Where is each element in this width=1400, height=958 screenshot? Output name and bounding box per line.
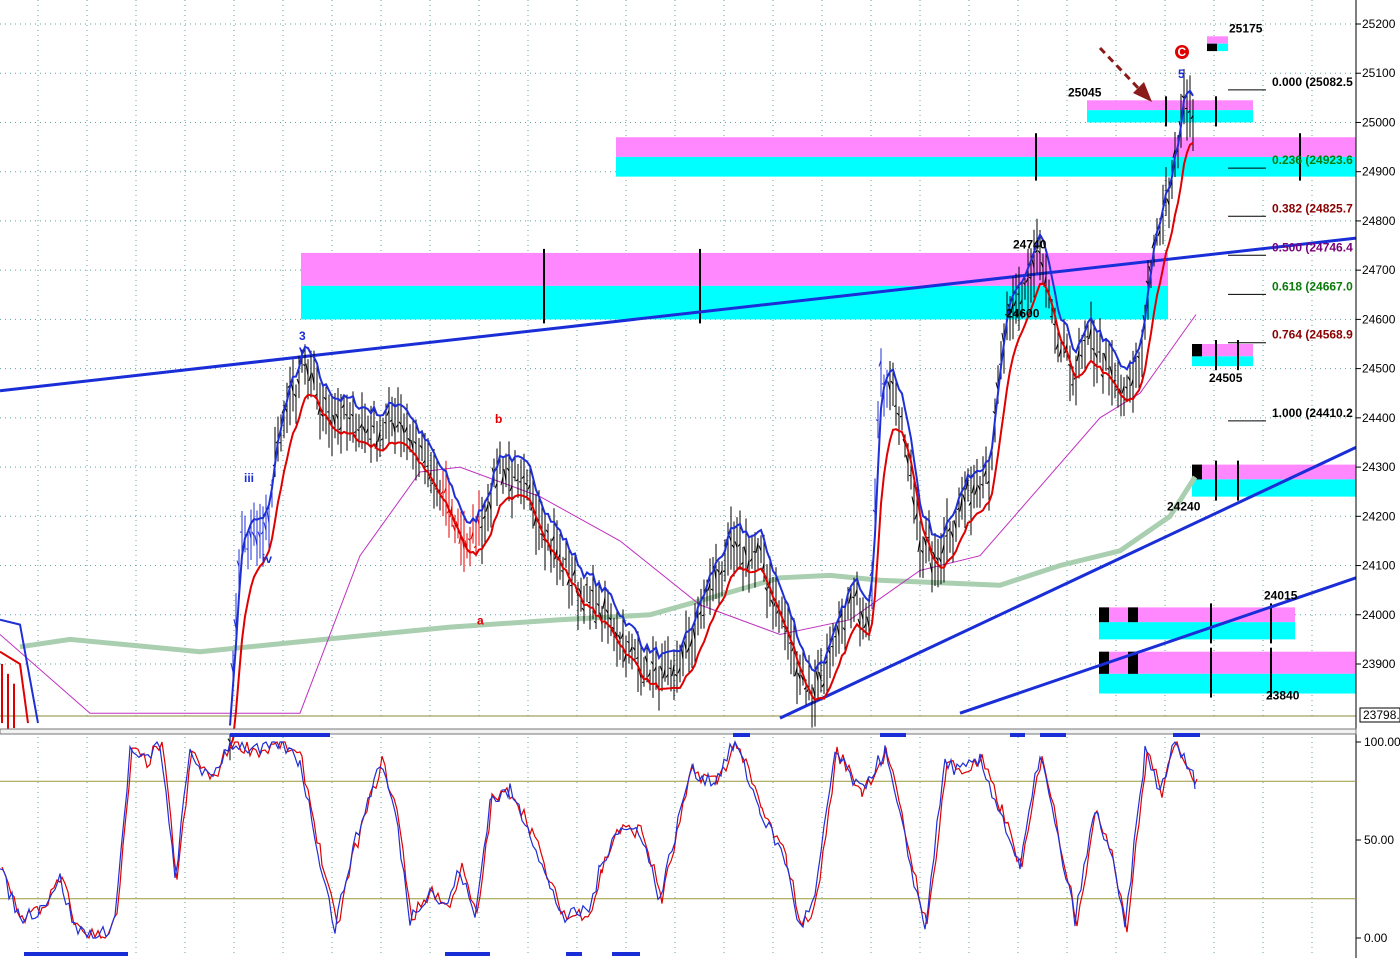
oscillator-signal-line [1,740,1198,940]
fib-level-label: 0.618 (24667.0 [1272,279,1353,293]
fib-level-label: 0.764 (24568.9 [1272,328,1353,342]
price-level-label: 23840 [1266,689,1300,703]
zone-anchor-block [1192,344,1202,357]
signal-marker [445,952,490,956]
price-tick-label: 25000 [1362,115,1396,129]
fib-level-label: 0.382 (24825.7 [1272,201,1353,215]
oscillator-main-line [0,740,1196,940]
signal-marker [230,733,330,737]
price-level-label: 25045 [1068,85,1102,99]
wave-label: b [495,412,502,426]
fast-band-line [0,618,39,724]
price-bar-tick [944,535,948,537]
price-tick-label: 24600 [1362,312,1396,326]
zone-24505-bottom [1192,356,1253,367]
fib-level-label: 1.000 (24410.2 [1272,406,1353,420]
zone-24900-top [616,137,1356,157]
zone-25175-top [1207,36,1228,44]
price-level-label: 24015 [1264,588,1298,602]
wave-label: 3 [299,329,306,343]
signal-marker [1040,733,1066,737]
zone-anchor-block [1128,607,1138,623]
moving-averages [0,314,1198,714]
fib-level-label: 0.500 (24746.4 [1272,240,1353,254]
osc-tick-label: 50.00 [1364,833,1394,847]
price-bar-tick [1106,368,1110,370]
wave-label: 5 [1178,67,1185,81]
price-tick-label: 24200 [1362,509,1396,523]
signal-marker [1173,733,1200,737]
price-bar-tick [899,415,903,418]
price-tick-label: 24500 [1362,362,1396,376]
ma-magenta-line [0,314,1197,714]
price-level-label: 24600 [1006,306,1040,320]
price-bar-tick [539,533,543,535]
oscillator-panel: 100.00 50.00 0.00 [0,735,1400,956]
wave-label: v [299,343,306,357]
price-level-label: 24740 [1013,237,1047,251]
signal-marker [733,733,750,737]
fib-level-label: 0.000 (25082.5 [1272,75,1353,89]
price-bar-tick [1085,335,1089,338]
price-bar-tick [368,438,372,440]
slow-band-line [229,141,1194,747]
zone-25000-top [1087,100,1253,111]
zone-anchor-block [1207,43,1217,52]
chart-area: 0.000 (25082.5 0.236 (24923.6 0.382 (24825… [0,0,1400,958]
price-tick-label: 24000 [1362,608,1396,622]
price-axis-bg [1356,0,1400,958]
price-level-label: 24505 [1209,371,1243,385]
annotation-arrow [1098,46,1144,94]
osc-tick-label: 0.00 [1364,931,1388,945]
zone-23840-bottom [1099,673,1356,694]
price-tick-label: 24900 [1362,165,1396,179]
signal-marker [566,952,582,956]
price-level-label: 25175 [1229,21,1263,35]
osc-tick-label: 100.00 [1364,735,1400,749]
chart-labels: 25175 25045 24740 24600 24505 24240 24015 23840… [244,21,1300,702]
zone-anchor-block [1099,607,1109,623]
price-tick-label: 24700 [1362,263,1396,277]
zone-24900-bottom [616,156,1356,177]
price-level-label: 24240 [1167,500,1201,514]
supply-demand-zones [301,36,1356,698]
price-tick-label: 24800 [1362,214,1396,228]
wave-label: iii [244,471,254,485]
wave-label: C [1178,45,1187,59]
price-tick-label: 25100 [1362,66,1396,80]
zone-24600-top [301,252,1168,286]
signal-marker [880,733,906,737]
wave-label: a [477,614,484,628]
price-tick-label: 23900 [1362,657,1396,671]
wave-label: iv [262,552,272,566]
price-bar-tick [425,465,429,468]
price-tick-label: 24100 [1362,559,1396,573]
zone-25000-bottom [1087,110,1253,123]
price-tick-label: 24300 [1362,460,1396,474]
fast-band-line [229,89,1194,726]
price-tick-label: 24400 [1362,411,1396,425]
signal-marker [1010,733,1025,737]
fib-level-label: 0.236 (24923.6 [1272,153,1353,167]
signal-marker [612,952,640,956]
price-bar-tick [752,551,756,553]
last-price-tag: 23798. [1363,708,1400,722]
signal-marker [24,952,128,956]
panel-separator [0,728,1357,735]
price-tick-label: 25200 [1362,17,1396,31]
price-bar-tick [908,474,912,477]
